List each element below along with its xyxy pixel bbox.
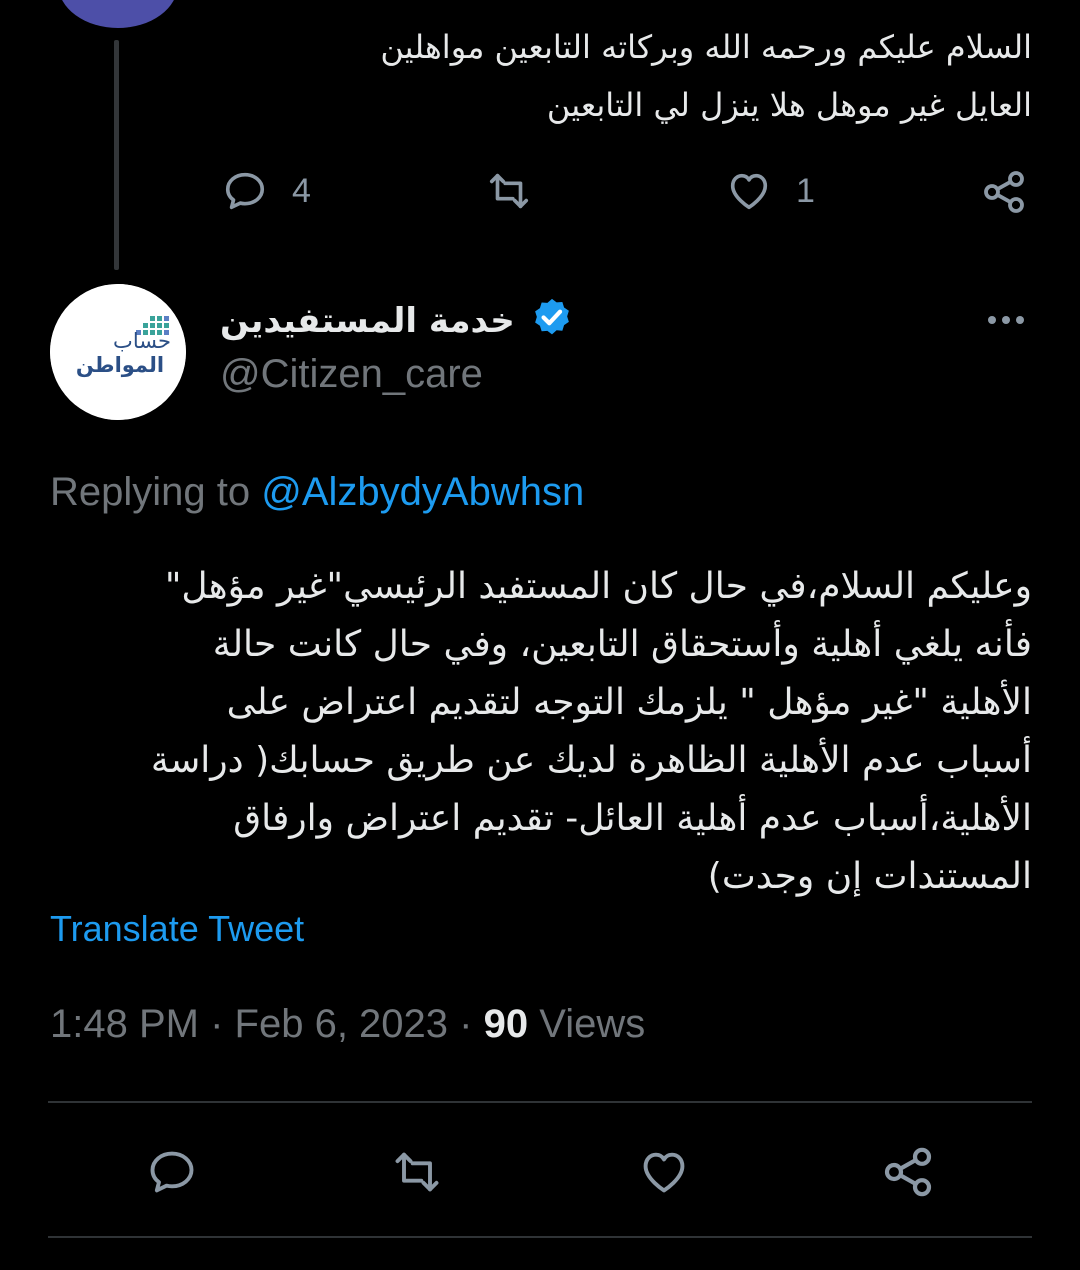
tweet-body-line: فأنه يلغي أهلية وأستحقاق التابعين، وفي ح… <box>212 624 1032 665</box>
tweet-time[interactable]: 1:48 PM <box>50 1002 199 1046</box>
more-options-button[interactable] <box>984 300 1028 340</box>
previous-reply-button[interactable]: 4 <box>220 168 311 214</box>
tweet-body-line: أسباب عدم الأهلية الظاهرة لديك عن طريق ح… <box>150 740 1032 781</box>
heart-icon <box>724 168 774 214</box>
translate-tweet-link[interactable]: Translate Tweet <box>50 908 304 950</box>
reply-button[interactable] <box>144 1146 200 1198</box>
more-icon <box>988 316 1024 324</box>
meta-separator: · <box>210 1002 224 1046</box>
views-count: 90 <box>483 1002 529 1046</box>
like-button[interactable] <box>636 1146 692 1198</box>
heart-icon <box>636 1146 692 1198</box>
tweet-meta: 1:48 PM · Feb 6, 2023 · 90 Views <box>50 1002 645 1047</box>
previous-share-button[interactable] <box>980 168 1028 216</box>
tweet-body: وعليكم السلام،في حال كان المستفيد الرئيس… <box>42 558 1032 906</box>
author-handle[interactable]: @Citizen_care <box>220 352 483 397</box>
views-label: Views <box>539 1002 646 1046</box>
divider <box>48 1101 1032 1103</box>
tweet-date[interactable]: Feb 6, 2023 <box>235 1002 449 1046</box>
author-avatar[interactable]: حساب المواطن <box>50 284 186 420</box>
retweet-icon <box>482 168 536 214</box>
previous-retweet-button[interactable] <box>482 168 536 214</box>
previous-tweet-line: السلام عليكم ورحمه الله وبركاته التابعين… <box>380 28 1032 66</box>
author-name-row[interactable]: خدمة المستفيدين <box>220 296 575 346</box>
share-icon <box>880 1144 936 1200</box>
logo-line: المواطن <box>76 353 164 377</box>
reply-icon <box>144 1146 200 1198</box>
divider <box>48 1236 1032 1238</box>
previous-tweet-avatar[interactable] <box>58 0 178 28</box>
previous-tweet-actions: 4 1 <box>0 162 1080 222</box>
tweet-body-line: الأهلية "غير مؤهل " يلزمك التوجه لتقديم … <box>226 682 1032 723</box>
verified-badge-icon <box>529 296 575 346</box>
tweet-thread-page: السلام عليكم ورحمه الله وبركاته التابعين… <box>0 0 1080 1270</box>
replying-to: Replying to @AlzbydyAbwhsn <box>50 470 584 515</box>
share-button[interactable] <box>880 1144 936 1200</box>
replying-prefix: Replying to <box>50 470 251 514</box>
tweet-body-line: المستندات إن وجدت) <box>707 856 1032 897</box>
reply-icon <box>220 168 270 214</box>
previous-reply-count: 4 <box>292 171 311 210</box>
share-icon <box>980 168 1028 216</box>
logo-line: حساب <box>113 329 171 353</box>
previous-like-button[interactable]: 1 <box>724 168 815 214</box>
replying-mention-link[interactable]: @AlzbydyAbwhsn <box>261 470 584 514</box>
author-name[interactable]: خدمة المستفيدين <box>220 301 515 341</box>
retweet-icon <box>386 1146 448 1198</box>
previous-tweet-text: السلام عليكم ورحمه الله وبركاته التابعين… <box>232 18 1032 134</box>
retweet-button[interactable] <box>386 1146 448 1198</box>
tweet-actions <box>0 1140 1080 1204</box>
citizen-account-logo: حساب المواطن <box>50 284 186 420</box>
tweet-body-line: وعليكم السلام،في حال كان المستفيد الرئيس… <box>164 566 1032 607</box>
tweet-body-line: الأهلية،أسباب عدم أهلية العائل- تقديم اع… <box>233 798 1032 839</box>
thread-connector-line <box>114 40 119 270</box>
previous-like-count: 1 <box>796 171 815 210</box>
previous-tweet-line: العايل غير موهل هلا ينزل لي التابعين <box>546 86 1032 124</box>
meta-separator: · <box>459 1002 473 1046</box>
